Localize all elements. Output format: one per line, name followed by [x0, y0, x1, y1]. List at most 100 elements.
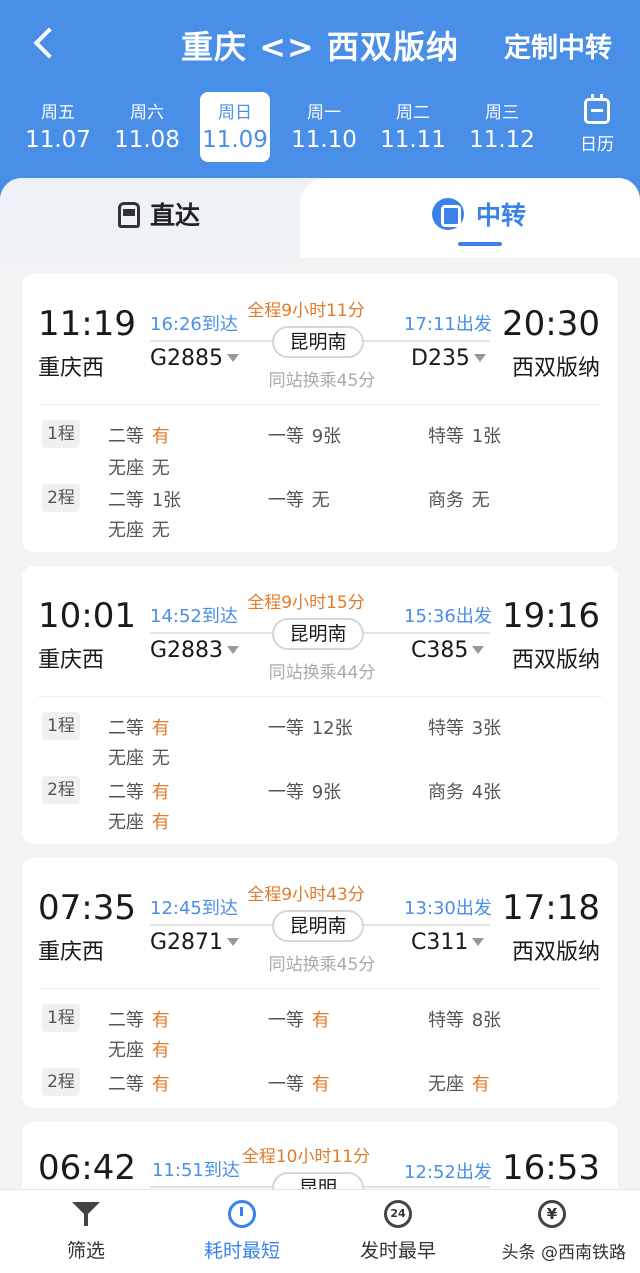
tab-direct[interactable]: 直达	[118, 196, 200, 236]
seat-value: 无	[311, 490, 330, 511]
train1-number: G2885	[150, 346, 224, 371]
transfer-option-card[interactable]: 11:19 重庆西 16:26到达 全程9小时11分 17:11出发 20:30…	[22, 274, 618, 552]
active-tab-indicator	[458, 242, 502, 246]
seat-class: 一等	[268, 490, 304, 511]
seat-availability: 无座 有	[428, 1070, 490, 1096]
sort-earliest-button[interactable]: 24 发时最早	[338, 1200, 458, 1263]
tab-direct-label: 直达	[150, 201, 201, 230]
sort-fastest-button[interactable]: 耗时最短	[182, 1200, 302, 1263]
departure-station: 重庆西	[38, 356, 105, 381]
seat-value: 有	[151, 426, 170, 447]
seat-availability: 商务 无	[428, 486, 490, 512]
seat-class: 一等	[268, 1010, 304, 1031]
seat-class: 一等	[268, 1074, 304, 1095]
caret-down-icon	[227, 938, 240, 946]
date-weekday: 周一	[307, 103, 341, 123]
tab-transfer[interactable]: 中转	[432, 196, 526, 236]
seat-availability: 二等 有	[108, 1070, 170, 1096]
sort-cheapest-button[interactable]: ¥	[492, 1200, 612, 1236]
date-value: 11.11	[380, 127, 446, 153]
seat-value: 12张	[311, 718, 353, 739]
train2-dropdown[interactable]: C385	[411, 638, 485, 663]
seat-value: 无	[151, 520, 170, 541]
departure-time: 11:19	[38, 304, 136, 344]
seat-availability: 二等 有	[108, 1006, 170, 1032]
seat-availability: 商务 4张	[428, 778, 501, 804]
seat-class: 无座	[108, 520, 144, 541]
date-value: 11.09	[202, 127, 268, 153]
seat-value: 8张	[471, 1010, 502, 1031]
date-value: 11.12	[469, 127, 535, 153]
seat-value: 4张	[471, 782, 502, 803]
seat-availability: 无座 有	[108, 808, 170, 834]
seat-class: 二等	[108, 1074, 144, 1095]
total-duration: 全程10小时11分	[241, 1147, 371, 1167]
back-arrow-icon[interactable]	[28, 22, 68, 66]
departure-time: 06:42	[38, 1148, 136, 1188]
date-item[interactable]: 周一 11.10	[288, 92, 360, 162]
leg2-departure: 13:30出发	[404, 898, 492, 919]
date-scroll-fade	[540, 92, 560, 162]
seat-availability: 二等 有	[108, 778, 170, 804]
seat-class: 二等	[108, 782, 144, 803]
caret-down-icon	[473, 354, 486, 362]
date-item[interactable]: 周五 11.07	[22, 92, 94, 162]
departure-station: 重庆西	[38, 940, 105, 965]
date-weekday: 周二	[396, 103, 430, 123]
date-item[interactable]: 周六 11.08	[111, 92, 183, 162]
departure-time: 07:35	[38, 888, 136, 928]
custom-transfer-button[interactable]: 定制中转	[504, 26, 612, 65]
seat-availability: 一等 无	[268, 486, 330, 512]
seat-value: 有	[151, 782, 170, 803]
seat-availability: 特等 3张	[428, 714, 501, 740]
filter-icon	[72, 1200, 100, 1228]
watermark: 头条 @西南铁路	[501, 1243, 626, 1263]
seat-availability: 二等 有	[108, 714, 170, 740]
seat-value: 无	[151, 458, 170, 479]
seat-availability: 二等 有	[108, 422, 170, 448]
seat-class: 二等	[108, 490, 144, 511]
leg2-departure: 15:36出发	[404, 606, 492, 627]
seat-class: 商务	[428, 490, 464, 511]
seat-class: 无座	[428, 1074, 464, 1095]
seat-availability: 特等 1张	[428, 422, 501, 448]
seat-class: 无座	[108, 1040, 144, 1061]
leg2-departure: 17:11出发	[404, 314, 492, 335]
transfer-option-card[interactable]: 06:42 11:51到达 全程10小时11分 12:52出发 16:53 昆明	[22, 1122, 618, 1190]
seat-value: 有	[151, 1010, 170, 1031]
date-selector: 周五 11.07 周六 11.08 周日 11.09 周一 11.10 周二 11.11 …	[14, 92, 554, 162]
train1-number: G2883	[150, 638, 224, 663]
transfer-train-icon	[432, 198, 464, 230]
train2-dropdown[interactable]: C311	[411, 930, 485, 955]
date-weekday: 周六	[130, 103, 164, 123]
date-value: 11.07	[25, 127, 91, 153]
transfer-option-card[interactable]: 07:35 重庆西 12:45到达 全程9小时43分 13:30出发 17:18…	[22, 858, 618, 1108]
transfer-option-card[interactable]: 10:01 重庆西 14:52到达 全程9小时15分 15:36出发 19:16…	[22, 566, 618, 844]
date-item[interactable]: 周二 11.11	[377, 92, 449, 162]
seat-value: 有	[151, 1074, 170, 1095]
seat-availability: 一等 有	[268, 1006, 330, 1032]
filter-label: 筛选	[66, 1240, 105, 1262]
date-weekday: 周日	[218, 103, 252, 123]
date-weekday: 周五	[41, 103, 75, 123]
seat-availability: 一等 有	[268, 1070, 330, 1096]
calendar-icon	[584, 94, 610, 124]
seat-class: 特等	[428, 426, 464, 447]
date-item[interactable]: 周三 11.12	[466, 92, 538, 162]
seat-value: 无	[471, 490, 490, 511]
transfer-time: 同站换乘45分	[268, 955, 376, 975]
transfer-station: 昆明南	[272, 326, 364, 358]
route-title: 重庆 <> 西双版纳	[181, 28, 459, 66]
seat-value: 3张	[471, 718, 502, 739]
date-item-active[interactable]: 周日 11.09	[200, 92, 270, 162]
seat-value: 1张	[471, 426, 502, 447]
calendar-label: 日历	[580, 135, 614, 155]
leg-label: 1程	[42, 420, 80, 448]
seat-availability: 无座 有	[108, 1036, 170, 1062]
train2-dropdown[interactable]: D235	[411, 346, 486, 371]
date-value: 11.08	[114, 127, 180, 153]
calendar-button[interactable]: 日历	[572, 94, 622, 155]
arrival-station: 西双版纳	[511, 648, 600, 673]
filter-button[interactable]: 筛选	[26, 1200, 146, 1263]
seat-availability: 一等 9张	[268, 778, 341, 804]
